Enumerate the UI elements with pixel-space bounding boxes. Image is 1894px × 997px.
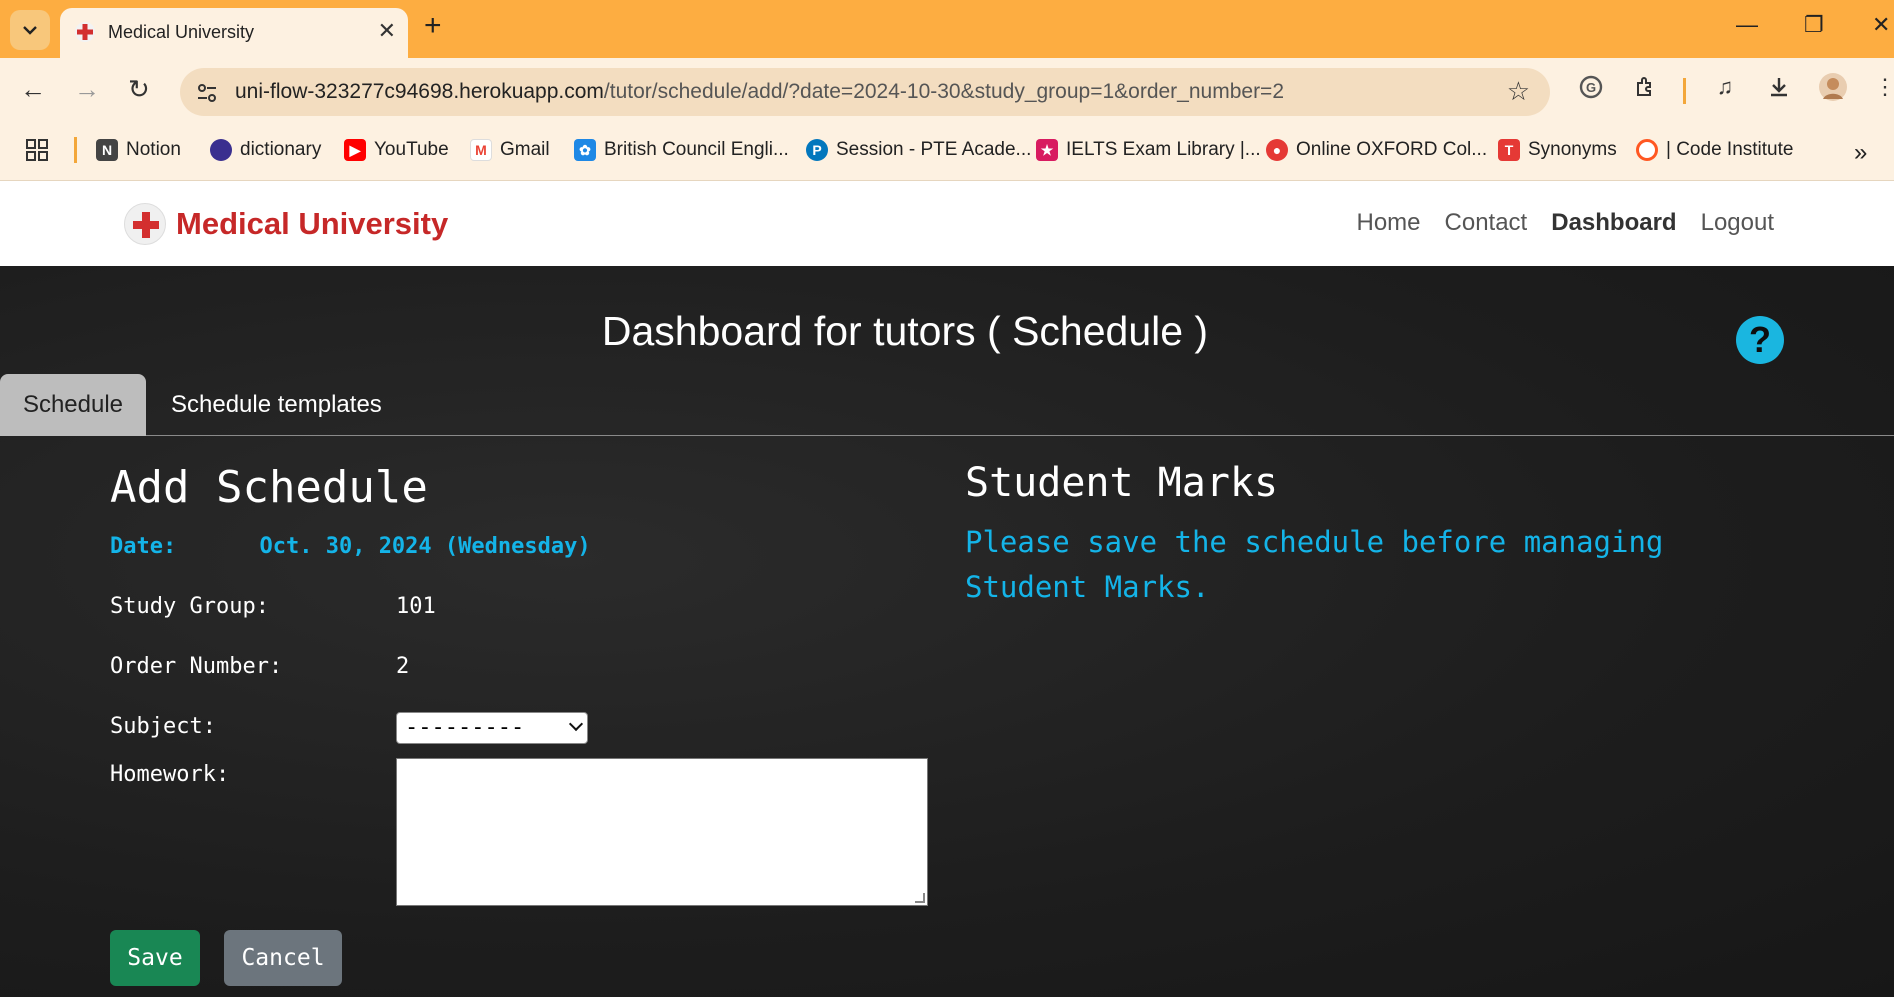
bookmark-label: Notion: [126, 139, 181, 160]
bookmark-code-institute[interactable]: | Code Institute: [1636, 139, 1793, 161]
save-button[interactable]: Save: [110, 930, 200, 986]
url-text: uni-flow-323277c94698.herokuapp.com/tuto…: [235, 80, 1284, 104]
bookmark-label: Session - PTE Acade...: [836, 139, 1032, 160]
homework-textarea[interactable]: [396, 758, 928, 906]
bookmark-label: dictionary: [240, 139, 322, 160]
subject-selected-value: ---------: [405, 715, 525, 740]
url-host: uni-flow-323277c94698.herokuapp.com: [235, 80, 604, 103]
synonyms-icon: T: [1498, 139, 1520, 161]
oxford-icon: ●: [1266, 139, 1288, 161]
tab-schedule-templates[interactable]: Schedule templates: [146, 374, 407, 436]
back-arrow-icon[interactable]: ←: [20, 76, 46, 102]
restore-icon[interactable]: ❐: [1804, 12, 1824, 38]
bookmark-label: Gmail: [500, 139, 550, 160]
nav-logout[interactable]: Logout: [1701, 209, 1774, 237]
order-number-label: Order Number:: [110, 654, 283, 679]
new-tab-icon[interactable]: +: [424, 11, 442, 41]
nav-home[interactable]: Home: [1356, 209, 1420, 237]
bookmark-notion[interactable]: N Notion: [96, 139, 181, 161]
browser-tab-bar: Medical University ✕ + — ❐ ✕: [0, 0, 1894, 58]
notion-icon: N: [96, 139, 118, 161]
british-council-icon: ✿: [574, 139, 596, 161]
tab-schedule[interactable]: Schedule: [0, 374, 146, 436]
cancel-button[interactable]: Cancel: [224, 930, 342, 986]
url-path: /tutor/schedule/add/?date=2024-10-30&stu…: [603, 80, 1285, 103]
browser-menu-icon[interactable]: ⋮: [1870, 72, 1894, 102]
bookmark-label: YouTube: [374, 139, 449, 160]
bookmark-label: Synonyms: [1528, 139, 1617, 160]
date-row: Date: Oct. 30, 2024 (Wednesday): [110, 534, 591, 559]
date-value: Oct. 30, 2024 (Wednesday): [259, 534, 591, 559]
bookmark-pte[interactable]: P Session - PTE Acade...: [806, 139, 1031, 161]
bookmark-youtube[interactable]: ▶ YouTube: [344, 139, 449, 161]
subject-label: Subject:: [110, 714, 216, 739]
browser-tab[interactable]: Medical University ✕: [60, 8, 408, 58]
close-icon[interactable]: ✕: [378, 18, 396, 44]
reload-icon[interactable]: ↻: [128, 76, 150, 102]
profile-avatar[interactable]: [1818, 72, 1848, 102]
nav-links: Home Contact Dashboard Logout: [1356, 209, 1774, 237]
more-bookmarks-icon[interactable]: »: [1854, 139, 1867, 167]
address-bar[interactable]: uni-flow-323277c94698.herokuapp.com/tuto…: [180, 68, 1550, 116]
toolbar-divider: [1683, 78, 1686, 104]
bookmark-ielts[interactable]: ★ IELTS Exam Library |...: [1036, 139, 1261, 161]
medical-cross-logo-icon: [124, 203, 166, 245]
chevron-down-icon: [568, 716, 584, 732]
student-marks-notice: Please save the schedule before managing…: [965, 525, 1664, 604]
apps-grid-icon[interactable]: [26, 139, 48, 161]
medical-cross-icon: [75, 22, 95, 42]
minimize-icon[interactable]: —: [1736, 12, 1758, 38]
bookmarks-divider: [74, 137, 77, 163]
brand-link[interactable]: Medical University: [124, 203, 448, 245]
bookmark-synonyms[interactable]: T Synonyms: [1498, 139, 1617, 161]
chevron-down-icon: [23, 26, 37, 35]
bookmark-star-icon[interactable]: ☆: [1507, 76, 1530, 107]
bookmark-british-council[interactable]: ✿ British Council Engli...: [574, 139, 789, 161]
tab-search-button[interactable]: [10, 10, 50, 50]
window-close-icon[interactable]: ✕: [1872, 12, 1890, 38]
grammarly-icon[interactable]: G: [1576, 72, 1606, 102]
brand-name: Medical University: [176, 206, 449, 241]
bookmarks-bar: N Notion dictionary ▶ YouTube M Gmail ✿ Brit…: [0, 123, 1894, 181]
bookmark-gmail[interactable]: M Gmail: [470, 139, 550, 161]
subject-select[interactable]: ---------: [396, 712, 588, 744]
ielts-icon: ★: [1036, 139, 1058, 161]
add-schedule-heading: Add Schedule: [110, 462, 428, 513]
bookmark-label: British Council Engli...: [604, 139, 789, 160]
bookmark-label: Online OXFORD Col...: [1296, 139, 1488, 160]
study-group-value: 101: [396, 594, 436, 619]
pte-icon: P: [806, 139, 828, 161]
browser-toolbar: ← → ↻ uni-flow-323277c94698.herokuapp.co…: [0, 58, 1894, 123]
bookmark-label: IELTS Exam Library |...: [1066, 139, 1261, 160]
youtube-icon: ▶: [344, 139, 366, 161]
study-group-label: Study Group:: [110, 594, 269, 619]
site-navbar: Medical University Home Contact Dashboar…: [0, 181, 1894, 266]
tab-strip: Schedule Schedule templates: [0, 374, 1894, 436]
browser-tab-title: Medical University: [108, 22, 255, 42]
bookmark-label: | Code Institute: [1666, 139, 1794, 160]
page-title: Dashboard for tutors ( Schedule ): [601, 308, 1209, 354]
bookmark-dictionary[interactable]: dictionary: [210, 139, 321, 161]
media-controls-icon[interactable]: ♫: [1710, 72, 1740, 102]
svg-text:G: G: [1586, 80, 1596, 95]
student-marks-heading: Student Marks: [965, 460, 1279, 506]
help-icon[interactable]: ?: [1736, 316, 1784, 364]
dictionary-icon: [210, 139, 232, 161]
download-icon[interactable]: [1764, 72, 1794, 102]
site-info-icon[interactable]: [194, 80, 220, 106]
forward-arrow-icon[interactable]: →: [74, 76, 100, 102]
gmail-icon: M: [470, 139, 492, 161]
bookmark-oxford[interactable]: ● Online OXFORD Col...: [1266, 139, 1487, 161]
resize-grip-icon[interactable]: [915, 893, 925, 903]
main-content: Dashboard for tutors ( Schedule ) ? Sche…: [0, 266, 1894, 997]
code-institute-icon: [1636, 139, 1658, 161]
extensions-icon[interactable]: [1630, 72, 1660, 102]
homework-label: Homework:: [110, 762, 230, 787]
order-number-value: 2: [396, 654, 410, 679]
nav-contact[interactable]: Contact: [1445, 209, 1528, 237]
nav-dashboard[interactable]: Dashboard: [1551, 209, 1676, 237]
date-label: Date:: [110, 534, 177, 559]
